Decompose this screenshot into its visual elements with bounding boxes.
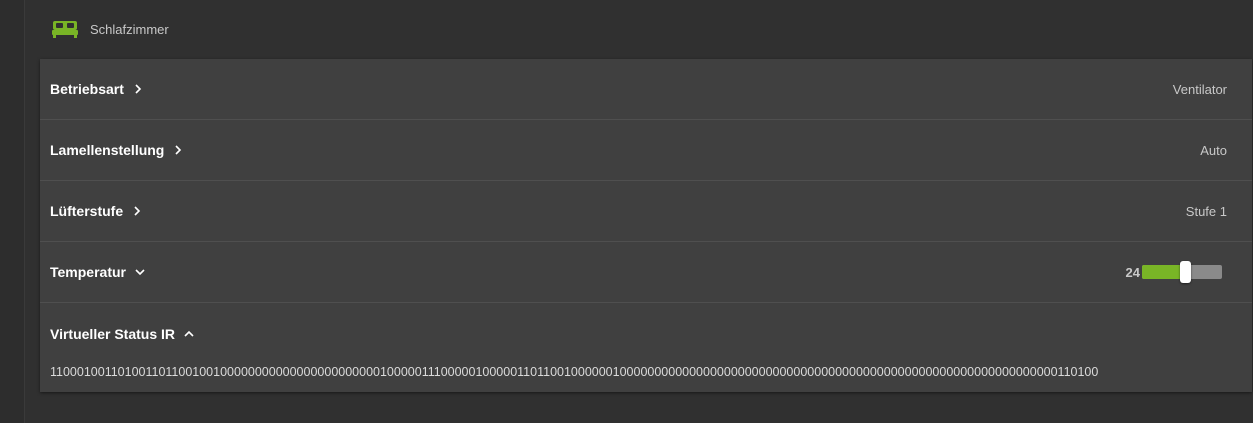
- betriebsart-value: Ventilator: [1172, 81, 1227, 97]
- row-luefterstufe[interactable]: Lüfterstufe Stufe 1: [40, 181, 1252, 242]
- chevron-right-icon: [175, 145, 182, 155]
- lamellenstellung-label: Lamellenstellung: [50, 142, 165, 158]
- group-title: Schlafzimmer: [90, 21, 169, 37]
- chevron-up-icon: [184, 330, 194, 337]
- luefterstufe-label: Lüfterstufe: [50, 203, 124, 219]
- row-temperatur[interactable]: Temperatur 24: [40, 242, 1252, 303]
- temperature-value: 24: [1125, 264, 1140, 280]
- slider-thumb[interactable]: [1180, 261, 1192, 283]
- bed-icon: [52, 21, 78, 38]
- lamellenstellung-value: Auto: [1200, 142, 1227, 158]
- left-rail: [0, 0, 25, 423]
- row-betriebsart[interactable]: Betriebsart Ventilator: [40, 59, 1252, 120]
- row-label: Lamellenstellung: [50, 142, 184, 158]
- chevron-down-icon: [135, 269, 145, 276]
- ir-status-label: Virtueller Status IR: [50, 326, 176, 342]
- slider-fill: [1142, 265, 1186, 279]
- ir-status-bits: 1100010011010011011001001000000000000000…: [50, 365, 1099, 379]
- chevron-right-icon: [134, 206, 141, 216]
- temperature-slider[interactable]: [1142, 261, 1222, 283]
- temperatur-label: Temperatur: [50, 264, 126, 280]
- betriebsart-label: Betriebsart: [50, 81, 124, 97]
- row-label: Temperatur: [50, 264, 146, 280]
- luefterstufe-value: Stufe 1: [1185, 203, 1227, 219]
- row-label: Lüfterstufe: [50, 203, 143, 219]
- row-ir-status: Virtueller Status IR 1100010011010011011…: [40, 303, 1252, 393]
- chevron-right-icon: [135, 84, 142, 94]
- group-header: Schlafzimmer: [40, 0, 1252, 58]
- ir-status-header[interactable]: Virtueller Status IR: [50, 326, 195, 342]
- row-lamellenstellung[interactable]: Lamellenstellung Auto: [40, 120, 1252, 181]
- row-label: Betriebsart: [50, 81, 144, 97]
- device-card: Betriebsart Ventilator Lamellenstellung …: [40, 59, 1252, 392]
